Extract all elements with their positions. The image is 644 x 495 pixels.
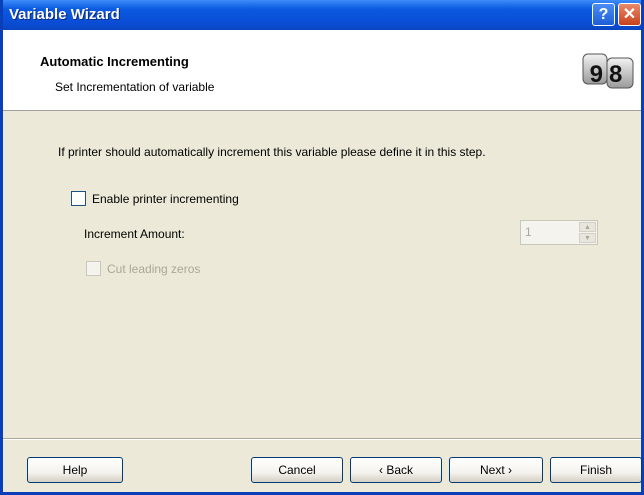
next-button[interactable]: Next › <box>449 457 543 483</box>
cut-leading-zeros-label[interactable]: Cut leading zeros <box>107 262 200 276</box>
window-title: Variable Wizard <box>9 6 120 23</box>
variable-wizard-window: Variable Wizard ? ✕ Automatic Incrementi… <box>0 0 644 495</box>
title-bar[interactable]: Variable Wizard ? ✕ <box>3 0 641 30</box>
increment-amount-spinner[interactable]: 1 ▲ ▼ <box>520 220 598 245</box>
spin-up-arrow-icon[interactable]: ▲ <box>579 222 596 232</box>
close-button[interactable]: ✕ <box>618 3 641 26</box>
step-subtitle: Set Incrementation of variable <box>55 80 215 94</box>
help-button[interactable]: Help <box>27 457 123 483</box>
logo-digits: 98 <box>590 61 629 88</box>
increment-amount-label: Increment Amount: <box>84 227 185 241</box>
back-button[interactable]: ‹ Back <box>350 457 442 483</box>
enable-incrementing-label[interactable]: Enable printer incrementing <box>92 192 239 206</box>
step-description: If printer should automatically incremen… <box>58 145 486 159</box>
cut-leading-zeros-checkbox[interactable] <box>86 261 101 276</box>
step-title: Automatic Incrementing <box>40 54 189 69</box>
spin-down-arrow-icon[interactable]: ▼ <box>579 233 596 243</box>
wizard-header: Automatic Incrementing Set Incrementatio… <box>3 30 641 111</box>
button-divider <box>3 438 641 440</box>
help-title-button[interactable]: ? <box>592 3 615 26</box>
counter-digits-icon: 98 <box>582 53 634 89</box>
enable-incrementing-checkbox[interactable] <box>71 191 86 206</box>
cancel-button[interactable]: Cancel <box>251 457 343 483</box>
increment-amount-value: 1 <box>525 225 532 239</box>
finish-button[interactable]: Finish <box>550 457 642 483</box>
